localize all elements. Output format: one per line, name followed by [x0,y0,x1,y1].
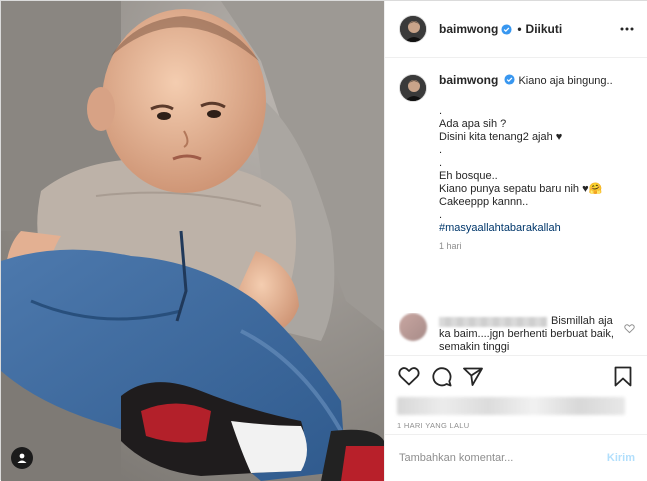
header-separator: • [517,22,522,36]
user-tag-glyph [17,453,27,463]
caption-time-ago: 1 hari [439,241,462,251]
caption-avatar-image [400,75,426,101]
paper-plane-icon[interactable] [461,364,485,388]
like-glyph [398,367,420,386]
heart-icon[interactable] [397,364,421,388]
comment-item: Bismillah aja ka baim....jgn berhenti be… [399,313,635,357]
avatar-image [400,16,426,42]
baby-photo-illustration [1,1,384,481]
add-comment-bar: Kirim [385,434,647,481]
caption-first-text: Kiano aja bingung.. [518,75,613,87]
post-date: 1 HARI YANG LALU [397,421,470,430]
caption-body-text: . Ada apa sih ? Disini kita tenang2 ajah… [439,105,603,221]
hashtag-link[interactable]: #masyaallahtabarakallah [439,222,561,234]
comment-input[interactable] [399,452,599,464]
caption-verified-badge-icon [504,74,515,85]
caption-row: baimwong Kiano aja bingung.. [399,74,634,102]
share-glyph [463,367,483,386]
more-options-icon[interactable] [618,20,636,38]
caption-first-line: baimwong Kiano aja bingung.. [439,74,613,88]
caption-username[interactable]: baimwong [439,73,498,87]
post-header: baimwong • Diikuti [385,1,647,58]
caption-author-avatar[interactable] [399,74,427,102]
bookmark-icon[interactable] [611,364,635,388]
caption-body: . Ada apa sih ? Disini kita tenang2 ajah… [439,105,634,235]
verified-badge-icon [501,23,512,35]
post-side-panel: baimwong • Diikuti baimwong Kiano aja bi… [384,1,647,481]
post-modal: baimwong • Diikuti baimwong Kiano aja bi… [0,0,647,481]
comment-text: Bismillah aja ka baim....jgn berhenti be… [439,315,614,353]
comment-bubble-icon[interactable] [429,364,453,388]
comments-scroll-area[interactable]: baimwong Kiano aja bingung.. . Ada apa s… [385,58,647,310]
post-photo[interactable] [1,1,384,481]
follow-status-button[interactable]: Diikuti [526,22,563,36]
post-actions: 1 HARI YANG LALU [385,355,647,430]
author-username[interactable]: baimwong [439,22,498,36]
more-dots-glyph [620,27,634,31]
author-avatar[interactable] [399,15,427,43]
comment-heart-icon[interactable] [624,323,635,334]
user-tag-icon[interactable] [11,447,33,469]
action-buttons-row [397,364,635,388]
likes-count-blurred[interactable] [397,397,625,415]
commenter-avatar[interactable] [399,313,427,341]
post-comment-button[interactable]: Kirim [607,452,635,464]
save-glyph [614,366,632,386]
comment-glyph [431,366,451,386]
